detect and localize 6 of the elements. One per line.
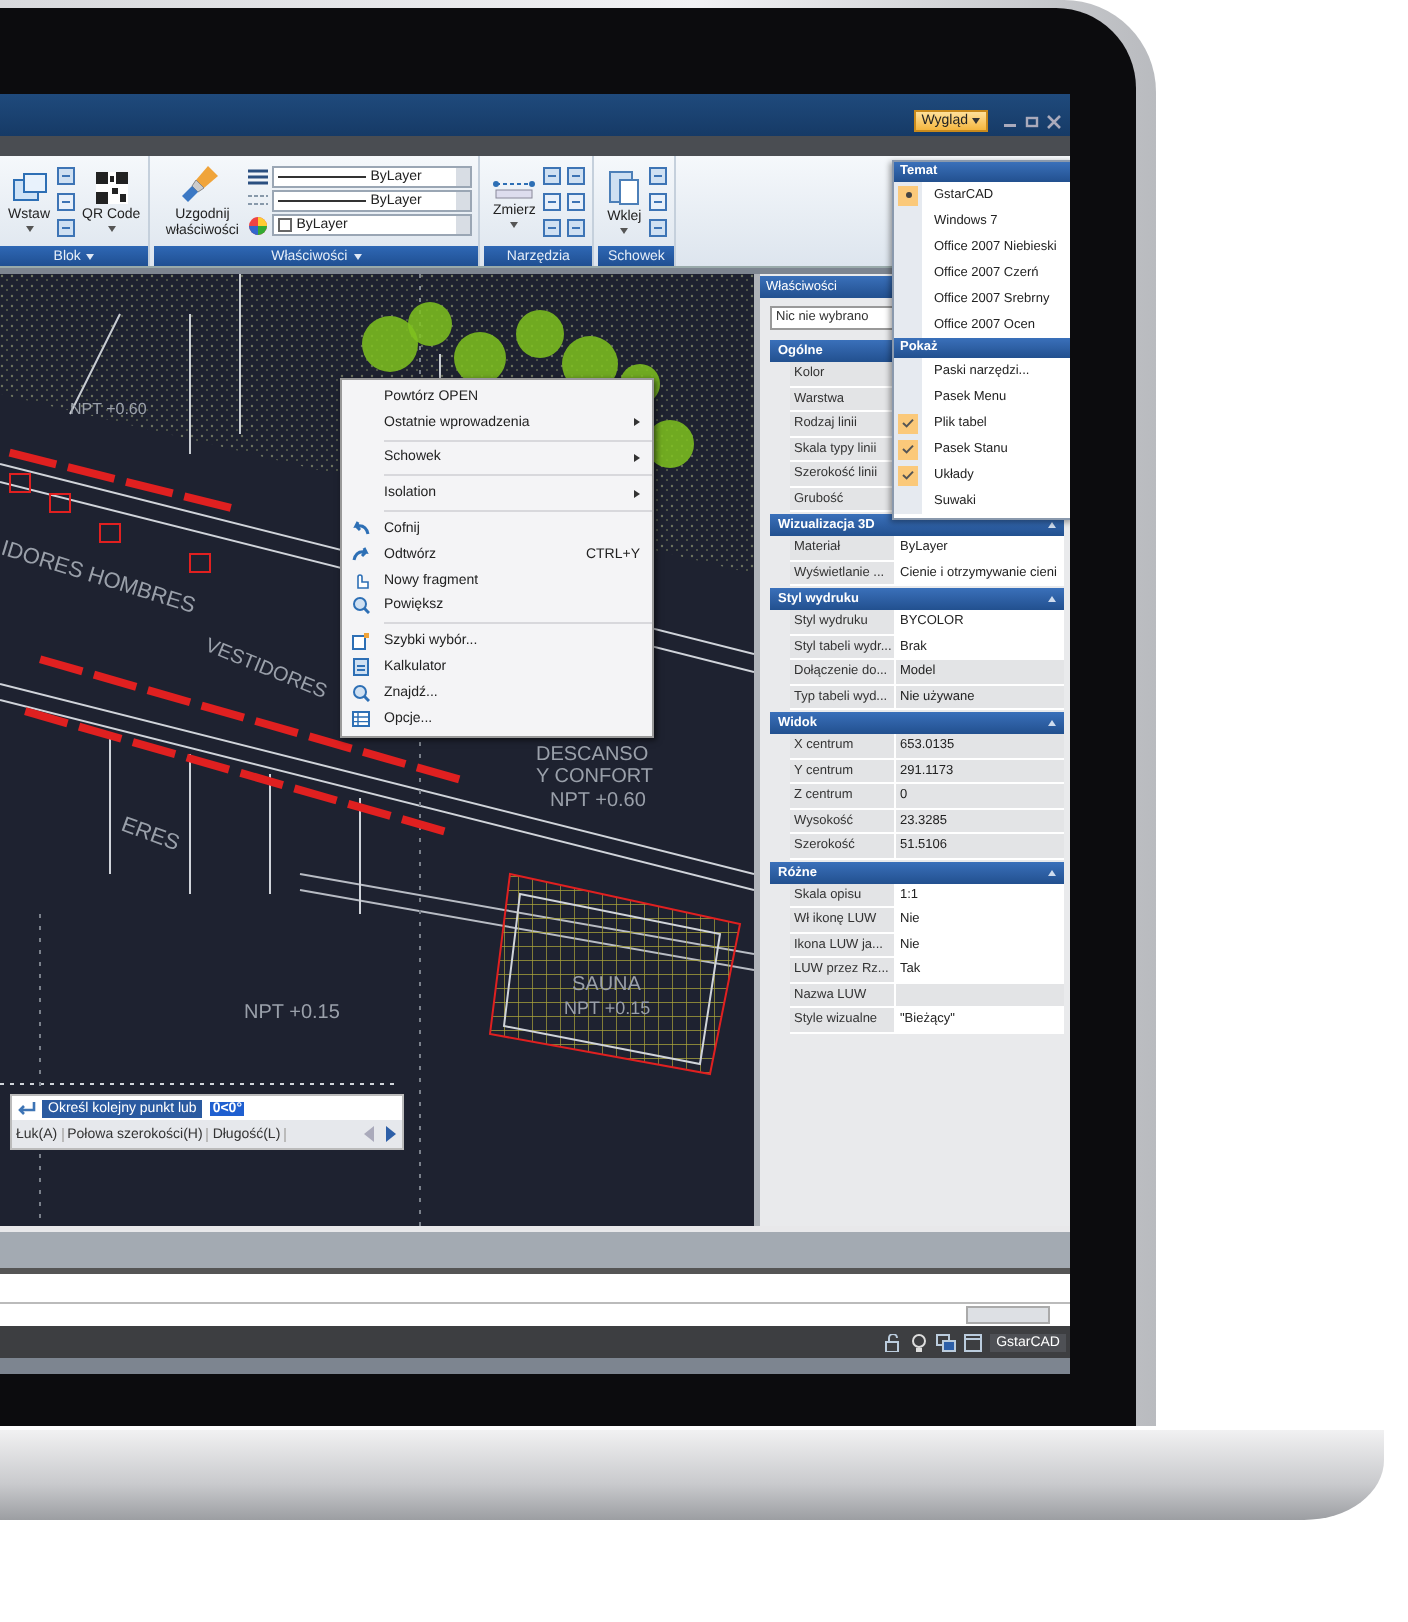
drawing-label: NPT +0.15 xyxy=(244,1002,340,1024)
drawing-label: Y CONFORT xyxy=(536,766,654,788)
drawing-label: DESCANSO xyxy=(536,744,649,766)
drawing-label: NPT +0.60 xyxy=(70,400,147,418)
drawing-label: ERES xyxy=(117,813,183,857)
drawing-label: NPT +0.60 xyxy=(550,790,646,812)
